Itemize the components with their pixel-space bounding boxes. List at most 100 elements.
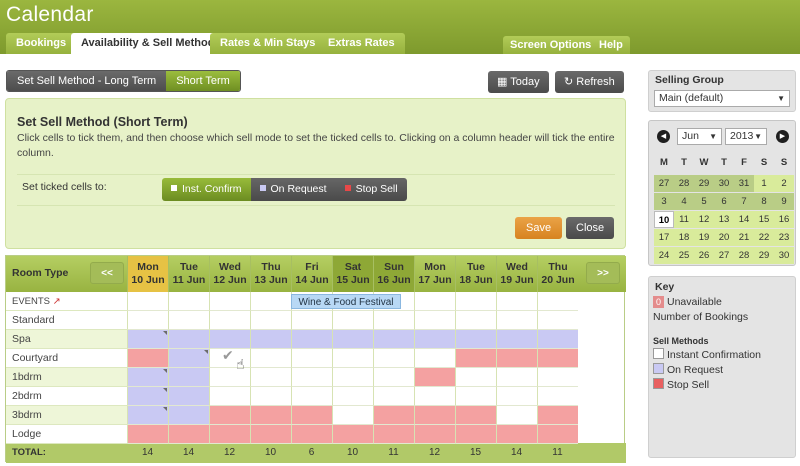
availability-cell[interactable] bbox=[127, 368, 168, 387]
event-cell[interactable] bbox=[168, 292, 209, 311]
availability-cell[interactable] bbox=[250, 406, 291, 425]
calendar-day[interactable]: 31 bbox=[734, 175, 754, 192]
availability-cell[interactable] bbox=[250, 349, 291, 368]
availability-cell[interactable] bbox=[455, 349, 496, 368]
availability-cell[interactable] bbox=[209, 406, 250, 425]
calendar-day[interactable]: 27 bbox=[714, 247, 734, 264]
availability-cell[interactable] bbox=[127, 311, 168, 330]
year-select[interactable]: 2013 ▼ bbox=[725, 128, 767, 145]
availability-cell[interactable] bbox=[496, 349, 537, 368]
availability-cell[interactable] bbox=[537, 330, 578, 349]
availability-cell[interactable] bbox=[332, 387, 373, 406]
availability-cell[interactable] bbox=[250, 368, 291, 387]
availability-cell[interactable] bbox=[537, 425, 578, 444]
availability-cell[interactable] bbox=[332, 425, 373, 444]
calendar-day[interactable]: 3 bbox=[654, 193, 674, 210]
availability-cell[interactable] bbox=[291, 330, 332, 349]
availability-cell[interactable] bbox=[373, 425, 414, 444]
availability-cell[interactable] bbox=[414, 368, 455, 387]
date-column-header[interactable]: Mon 10 Jun bbox=[127, 256, 168, 292]
availability-cell[interactable] bbox=[373, 368, 414, 387]
availability-cell[interactable] bbox=[168, 349, 209, 368]
availability-cell[interactable] bbox=[455, 406, 496, 425]
calendar-day[interactable]: 24 bbox=[654, 247, 674, 264]
availability-cell[interactable] bbox=[455, 311, 496, 330]
month-select[interactable]: Jun ▼ bbox=[677, 128, 722, 145]
calendar-day[interactable]: 28 bbox=[674, 175, 694, 192]
availability-cell[interactable] bbox=[537, 349, 578, 368]
date-column-header[interactable]: Mon 17 Jun bbox=[414, 256, 455, 292]
calendar-day[interactable]: 9 bbox=[774, 193, 794, 210]
next-dates-button[interactable]: >> bbox=[586, 262, 620, 284]
availability-cell[interactable] bbox=[373, 349, 414, 368]
availability-cell[interactable] bbox=[250, 387, 291, 406]
availability-cell[interactable] bbox=[291, 311, 332, 330]
instant-confirm-button[interactable]: Inst. Confirm bbox=[162, 178, 251, 201]
calendar-day[interactable]: 29 bbox=[694, 175, 714, 192]
refresh-button[interactable]: ↻ Refresh bbox=[555, 71, 624, 93]
tab-rates[interactable]: Rates & Min Stays bbox=[210, 33, 326, 54]
availability-cell[interactable] bbox=[127, 330, 168, 349]
availability-cell[interactable] bbox=[332, 368, 373, 387]
date-column-header[interactable]: Thu 13 Jun bbox=[250, 256, 291, 292]
availability-cell[interactable] bbox=[168, 406, 209, 425]
availability-cell[interactable] bbox=[168, 425, 209, 444]
calendar-day[interactable]: 20 bbox=[714, 229, 734, 246]
calendar-day[interactable]: 13 bbox=[714, 211, 734, 228]
availability-cell[interactable] bbox=[168, 311, 209, 330]
availability-cell[interactable] bbox=[414, 311, 455, 330]
calendar-day[interactable]: 18 bbox=[674, 229, 694, 246]
date-column-header[interactable]: Tue 18 Jun bbox=[455, 256, 496, 292]
calendar-day[interactable]: 1 bbox=[754, 175, 774, 192]
today-button[interactable]: ▦ Today bbox=[488, 71, 549, 93]
calendar-day[interactable]: 5 bbox=[694, 193, 714, 210]
calendar-day[interactable]: 16 bbox=[774, 211, 794, 228]
calendar-day[interactable]: 11 bbox=[674, 211, 694, 228]
availability-cell[interactable] bbox=[168, 387, 209, 406]
calendar-day[interactable]: 2 bbox=[774, 175, 794, 192]
tab-bookings[interactable]: Bookings bbox=[6, 33, 77, 54]
calendar-day[interactable]: 7 bbox=[734, 193, 754, 210]
availability-cell[interactable] bbox=[455, 387, 496, 406]
availability-cell[interactable] bbox=[496, 330, 537, 349]
screen-options-button[interactable]: Screen Options bbox=[503, 36, 599, 54]
availability-cell[interactable] bbox=[209, 311, 250, 330]
next-month-icon[interactable]: ▶ bbox=[776, 130, 789, 143]
date-column-header[interactable]: Sun 16 Jun bbox=[373, 256, 414, 292]
availability-cell[interactable] bbox=[537, 368, 578, 387]
event-cell[interactable] bbox=[414, 292, 455, 311]
date-column-header[interactable]: Sat 15 Jun bbox=[332, 256, 373, 292]
availability-cell[interactable] bbox=[496, 425, 537, 444]
availability-cell[interactable] bbox=[291, 349, 332, 368]
calendar-day[interactable]: 29 bbox=[754, 247, 774, 264]
close-button[interactable]: Close bbox=[566, 217, 615, 239]
availability-cell[interactable] bbox=[373, 406, 414, 425]
availability-cell[interactable] bbox=[250, 425, 291, 444]
availability-cell[interactable] bbox=[455, 330, 496, 349]
availability-cell[interactable] bbox=[209, 425, 250, 444]
availability-cell[interactable] bbox=[291, 387, 332, 406]
availability-cell[interactable] bbox=[127, 406, 168, 425]
availability-cell[interactable] bbox=[209, 387, 250, 406]
on-request-button[interactable]: On Request bbox=[250, 178, 336, 201]
availability-cell[interactable] bbox=[127, 349, 168, 368]
calendar-day[interactable]: 26 bbox=[694, 247, 714, 264]
calendar-day[interactable]: 14 bbox=[734, 211, 754, 228]
event-cell[interactable] bbox=[209, 292, 250, 311]
availability-cell[interactable] bbox=[455, 425, 496, 444]
availability-cell[interactable] bbox=[332, 349, 373, 368]
external-link-icon[interactable]: ↗ bbox=[50, 296, 61, 307]
availability-cell[interactable] bbox=[250, 330, 291, 349]
event-cell[interactable] bbox=[537, 292, 578, 311]
tab-extras-rates[interactable]: Extras Rates bbox=[318, 33, 405, 54]
availability-cell[interactable] bbox=[373, 330, 414, 349]
availability-cell[interactable] bbox=[537, 406, 578, 425]
short-term-button[interactable]: Short Term bbox=[166, 71, 240, 91]
availability-cell[interactable] bbox=[414, 387, 455, 406]
date-column-header[interactable]: Thu 20 Jun bbox=[537, 256, 578, 292]
event-cell[interactable] bbox=[250, 292, 291, 311]
availability-cell[interactable] bbox=[414, 330, 455, 349]
availability-cell[interactable] bbox=[291, 368, 332, 387]
calendar-day[interactable]: 10 bbox=[654, 211, 674, 228]
availability-cell[interactable] bbox=[168, 368, 209, 387]
